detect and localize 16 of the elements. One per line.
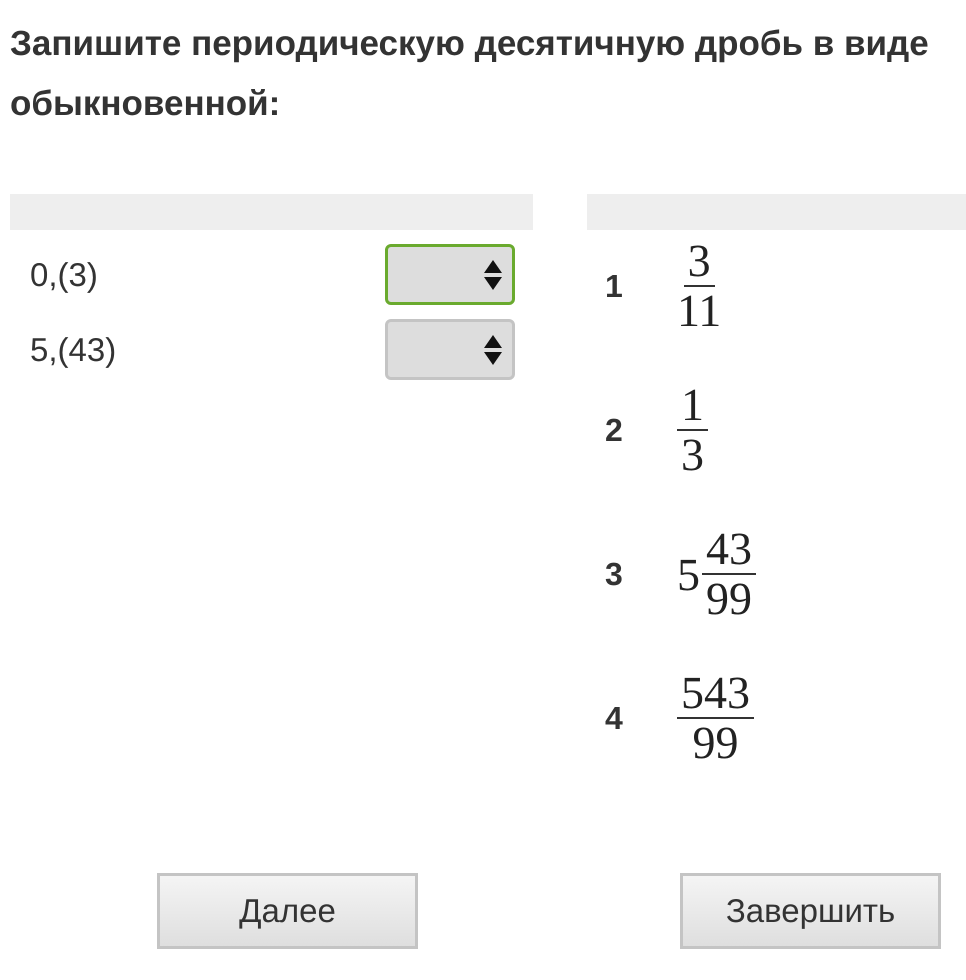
dropdown-select[interactable] <box>385 244 515 305</box>
option-number: 3 <box>604 555 624 594</box>
dropdown-select[interactable] <box>385 319 515 380</box>
finish-button[interactable]: Завершить <box>680 873 941 949</box>
next-button[interactable]: Далее <box>157 873 418 949</box>
fraction: 543 99 <box>677 668 754 768</box>
fraction: 1 3 <box>677 380 708 480</box>
option-number: 4 <box>604 699 624 738</box>
item-label: 5,(43) <box>30 330 116 370</box>
option-number: 2 <box>604 411 624 450</box>
item-label: 0,(3) <box>30 254 98 295</box>
fraction: 3 11 <box>677 236 722 336</box>
question-text: Запишите периодическую десятичную дробь в виде обыкновенной: <box>10 23 930 125</box>
sort-arrows-icon <box>484 334 502 364</box>
option-number: 1 <box>604 267 624 306</box>
sort-arrows-icon <box>484 260 502 290</box>
